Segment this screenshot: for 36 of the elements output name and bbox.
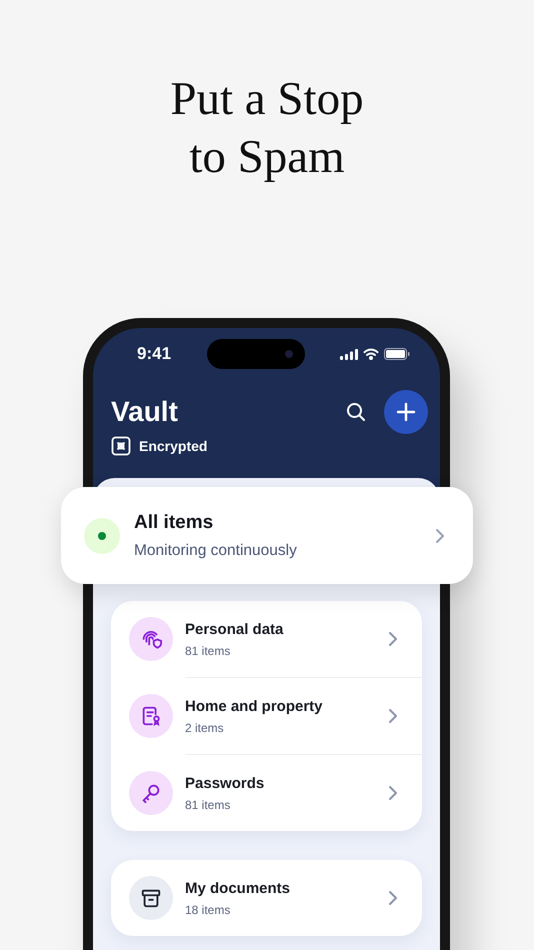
archive-box-icon <box>140 887 162 909</box>
monitoring-status: Monitoring continuously <box>134 542 298 560</box>
all-items-card[interactable]: All items Monitoring continuously <box>61 487 473 584</box>
category-row[interactable]: My documents 18 items <box>111 860 422 936</box>
plus-icon <box>396 402 416 422</box>
category-title: Passwords <box>185 774 266 792</box>
chevron-right-icon <box>388 890 398 906</box>
wifi-icon <box>363 348 379 360</box>
battery-icon <box>384 348 410 360</box>
key-icon <box>140 782 162 804</box>
headline: Put a Stop <box>170 72 364 127</box>
document-badge-icon <box>140 705 162 727</box>
headline: to Spam <box>189 130 345 185</box>
search-icon[interactable] <box>346 402 366 422</box>
encrypted-label: Encrypted <box>139 438 208 454</box>
category-title: Personal data <box>185 620 284 638</box>
chevron-right-icon <box>388 785 398 801</box>
category-row[interactable]: Passwords 81 items <box>111 755 422 831</box>
vault-lock-icon <box>111 436 131 456</box>
signal-icon <box>340 348 358 360</box>
all-items-title: All items <box>134 512 214 534</box>
category-row[interactable]: Home and property 2 items <box>111 678 422 754</box>
item-count: 18 items <box>185 902 232 916</box>
item-count: 81 items <box>185 798 232 812</box>
chevron-right-icon <box>388 708 398 724</box>
status-time: 9:41 <box>137 344 172 364</box>
category-row[interactable]: Personal data 81 items <box>111 601 422 677</box>
chevron-right-icon <box>388 631 398 647</box>
item-count: 81 items <box>185 644 232 658</box>
chevron-right-icon <box>435 528 445 544</box>
add-button[interactable] <box>384 390 428 434</box>
item-count: 2 items <box>185 720 225 734</box>
vault-title: Vault <box>111 396 178 428</box>
category-title: Home and property <box>185 698 324 714</box>
category-title: My documents <box>185 880 292 896</box>
fingerprint-shield-icon <box>140 628 162 650</box>
